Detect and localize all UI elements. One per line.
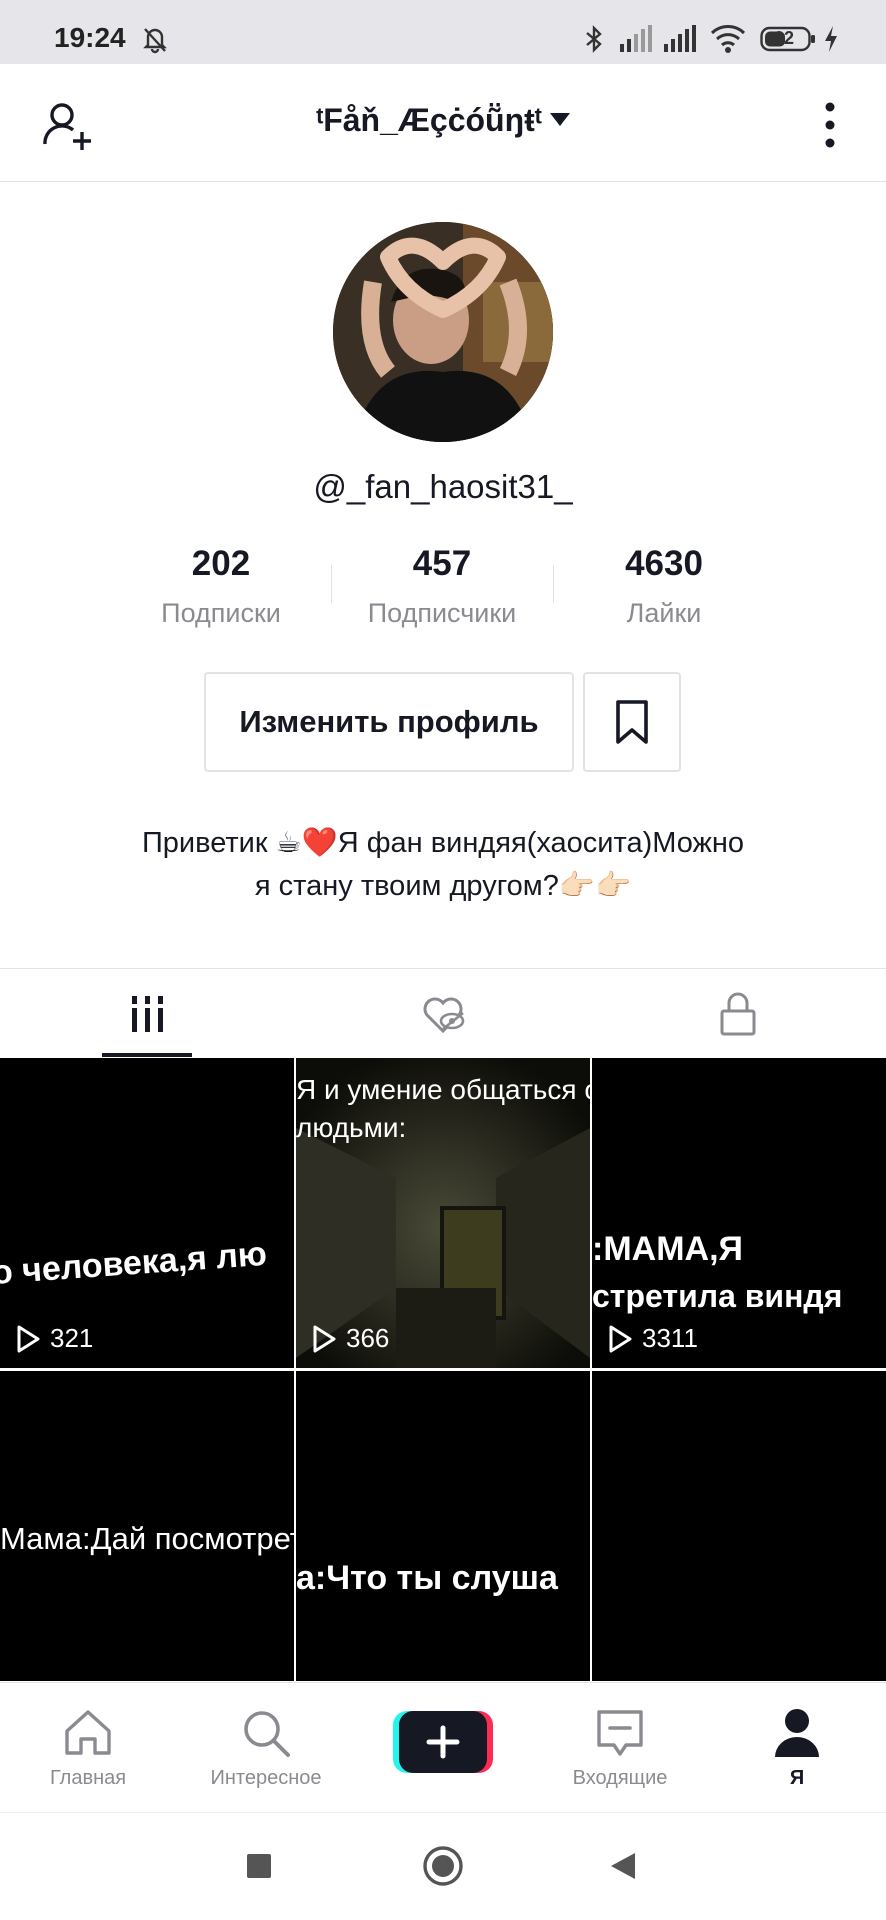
video-caption: Мама:Дай посмотреть bbox=[0, 1521, 294, 1556]
nav-label: Интересное bbox=[210, 1767, 322, 1789]
username: @_fan_haosit31_ bbox=[313, 468, 573, 505]
stat-following[interactable]: 202 Подписки bbox=[121, 544, 321, 629]
signal-icon bbox=[662, 24, 698, 59]
play-icon bbox=[313, 1325, 336, 1352]
nav-home[interactable]: Главная bbox=[13, 1683, 163, 1813]
view-count-value: 3311 bbox=[642, 1323, 698, 1353]
tab-indicator bbox=[102, 1053, 192, 1057]
lock-icon bbox=[720, 992, 755, 1036]
nav-discover[interactable]: Интересное bbox=[191, 1683, 341, 1813]
nav-label: Главная bbox=[49, 1767, 127, 1789]
nav-label: Входящие bbox=[572, 1767, 668, 1789]
stat-divider bbox=[553, 565, 554, 603]
stat-likes[interactable]: 4630 Лайки bbox=[564, 544, 764, 629]
stat-value: 202 bbox=[191, 544, 251, 583]
stat-label: Подписки bbox=[161, 598, 281, 628]
video-grid: о человека,я лю 321 Я и умение общаться … bbox=[0, 1058, 886, 1682]
inbox-icon bbox=[597, 1710, 643, 1756]
bookmark-icon bbox=[616, 700, 648, 744]
view-count-value: 321 bbox=[50, 1323, 94, 1353]
video-thumbnail[interactable] bbox=[592, 1371, 886, 1681]
chevron-down-icon bbox=[549, 113, 570, 127]
video-caption: :МАМА,Я bbox=[592, 1230, 743, 1268]
video-thumbnail[interactable]: :МАМА,Я стретила виндя 3311 bbox=[592, 1058, 886, 1368]
profile-header: ᵗFåň_Æçċóũ̈ŋŧᵗ bbox=[0, 64, 886, 182]
bluetooth-icon bbox=[582, 24, 606, 59]
video-thumbnail[interactable]: Я и умение общаться с людьми: 366 bbox=[296, 1058, 590, 1368]
video-caption: стретила виндя bbox=[592, 1278, 843, 1314]
nav-create[interactable] bbox=[368, 1683, 518, 1813]
video-thumbnail[interactable]: а:Что ты слуша bbox=[296, 1371, 590, 1681]
bottom-nav: Главная Интересное Входящие Я bbox=[0, 1682, 886, 1812]
stat-followers[interactable]: 457 Подписчики bbox=[342, 544, 542, 629]
account-title: ᵗFåň_Æçċóũ̈ŋŧᵗ bbox=[316, 102, 542, 138]
avatar[interactable] bbox=[333, 222, 553, 442]
plus-icon bbox=[393, 1711, 493, 1773]
stat-divider bbox=[331, 565, 332, 603]
tab-videos[interactable] bbox=[0, 969, 295, 1059]
stat-label: Лайки bbox=[626, 598, 702, 628]
liked-hidden-icon bbox=[423, 997, 464, 1034]
view-count: 366 bbox=[310, 1323, 389, 1354]
video-caption: людьми: bbox=[296, 1112, 407, 1143]
view-count-value: 366 bbox=[346, 1323, 390, 1353]
nav-inbox[interactable]: Входящие bbox=[545, 1683, 695, 1813]
search-icon bbox=[244, 1711, 290, 1757]
bio: Приветик ☕❤️Я фан виндяя(хаосита)Можно я… bbox=[60, 822, 826, 908]
stat-label: Подписчики bbox=[367, 598, 517, 628]
wifi-icon bbox=[710, 22, 746, 59]
video-caption: Я и умение общаться с bbox=[296, 1074, 590, 1105]
home-circle-icon[interactable] bbox=[422, 1845, 464, 1892]
grid-icon bbox=[131, 996, 163, 1032]
view-count: 3311 bbox=[606, 1323, 698, 1354]
profile-icon bbox=[775, 1709, 819, 1757]
back-icon[interactable] bbox=[608, 1851, 638, 1886]
tab-liked[interactable] bbox=[295, 969, 590, 1059]
home-icon bbox=[65, 1710, 111, 1755]
bell-muted-icon bbox=[140, 24, 170, 59]
signal-icon bbox=[618, 24, 654, 59]
nav-label: Я bbox=[789, 1767, 805, 1789]
system-nav bbox=[0, 1812, 886, 1920]
bio-line: я стану твоим другом?👉🏻👉🏻 bbox=[254, 870, 632, 902]
more-icon[interactable] bbox=[812, 100, 848, 155]
video-caption: а:Что ты слуша bbox=[296, 1559, 558, 1597]
view-count: 321 bbox=[14, 1323, 93, 1354]
play-icon bbox=[17, 1325, 40, 1352]
battery-level: 32 bbox=[774, 28, 795, 48]
video-thumbnail[interactable]: Мама:Дай посмотреть bbox=[0, 1371, 294, 1681]
account-switcher[interactable]: ᵗFåň_Æçċóũ̈ŋŧᵗ bbox=[0, 102, 886, 139]
nav-me[interactable]: Я bbox=[722, 1683, 872, 1813]
status-time: 19:24 bbox=[54, 22, 126, 53]
stat-value: 4630 bbox=[625, 544, 703, 583]
video-thumbnail[interactable]: о человека,я лю 321 bbox=[0, 1058, 294, 1368]
profile-tabs bbox=[0, 968, 886, 1058]
recents-icon[interactable] bbox=[246, 1853, 272, 1884]
tab-private[interactable] bbox=[590, 969, 885, 1059]
video-caption: о человека,я лю bbox=[0, 1234, 269, 1292]
favorites-button[interactable] bbox=[583, 672, 681, 772]
charging-icon bbox=[822, 24, 840, 59]
play-icon bbox=[609, 1325, 632, 1352]
edit-profile-button[interactable]: Изменить профиль bbox=[204, 672, 574, 772]
stat-value: 457 bbox=[412, 544, 472, 583]
bio-line: Приветик ☕❤️Я фан виндяя(хаосита)Можно bbox=[141, 827, 745, 859]
status-bar: 19:24 32 bbox=[0, 0, 886, 64]
